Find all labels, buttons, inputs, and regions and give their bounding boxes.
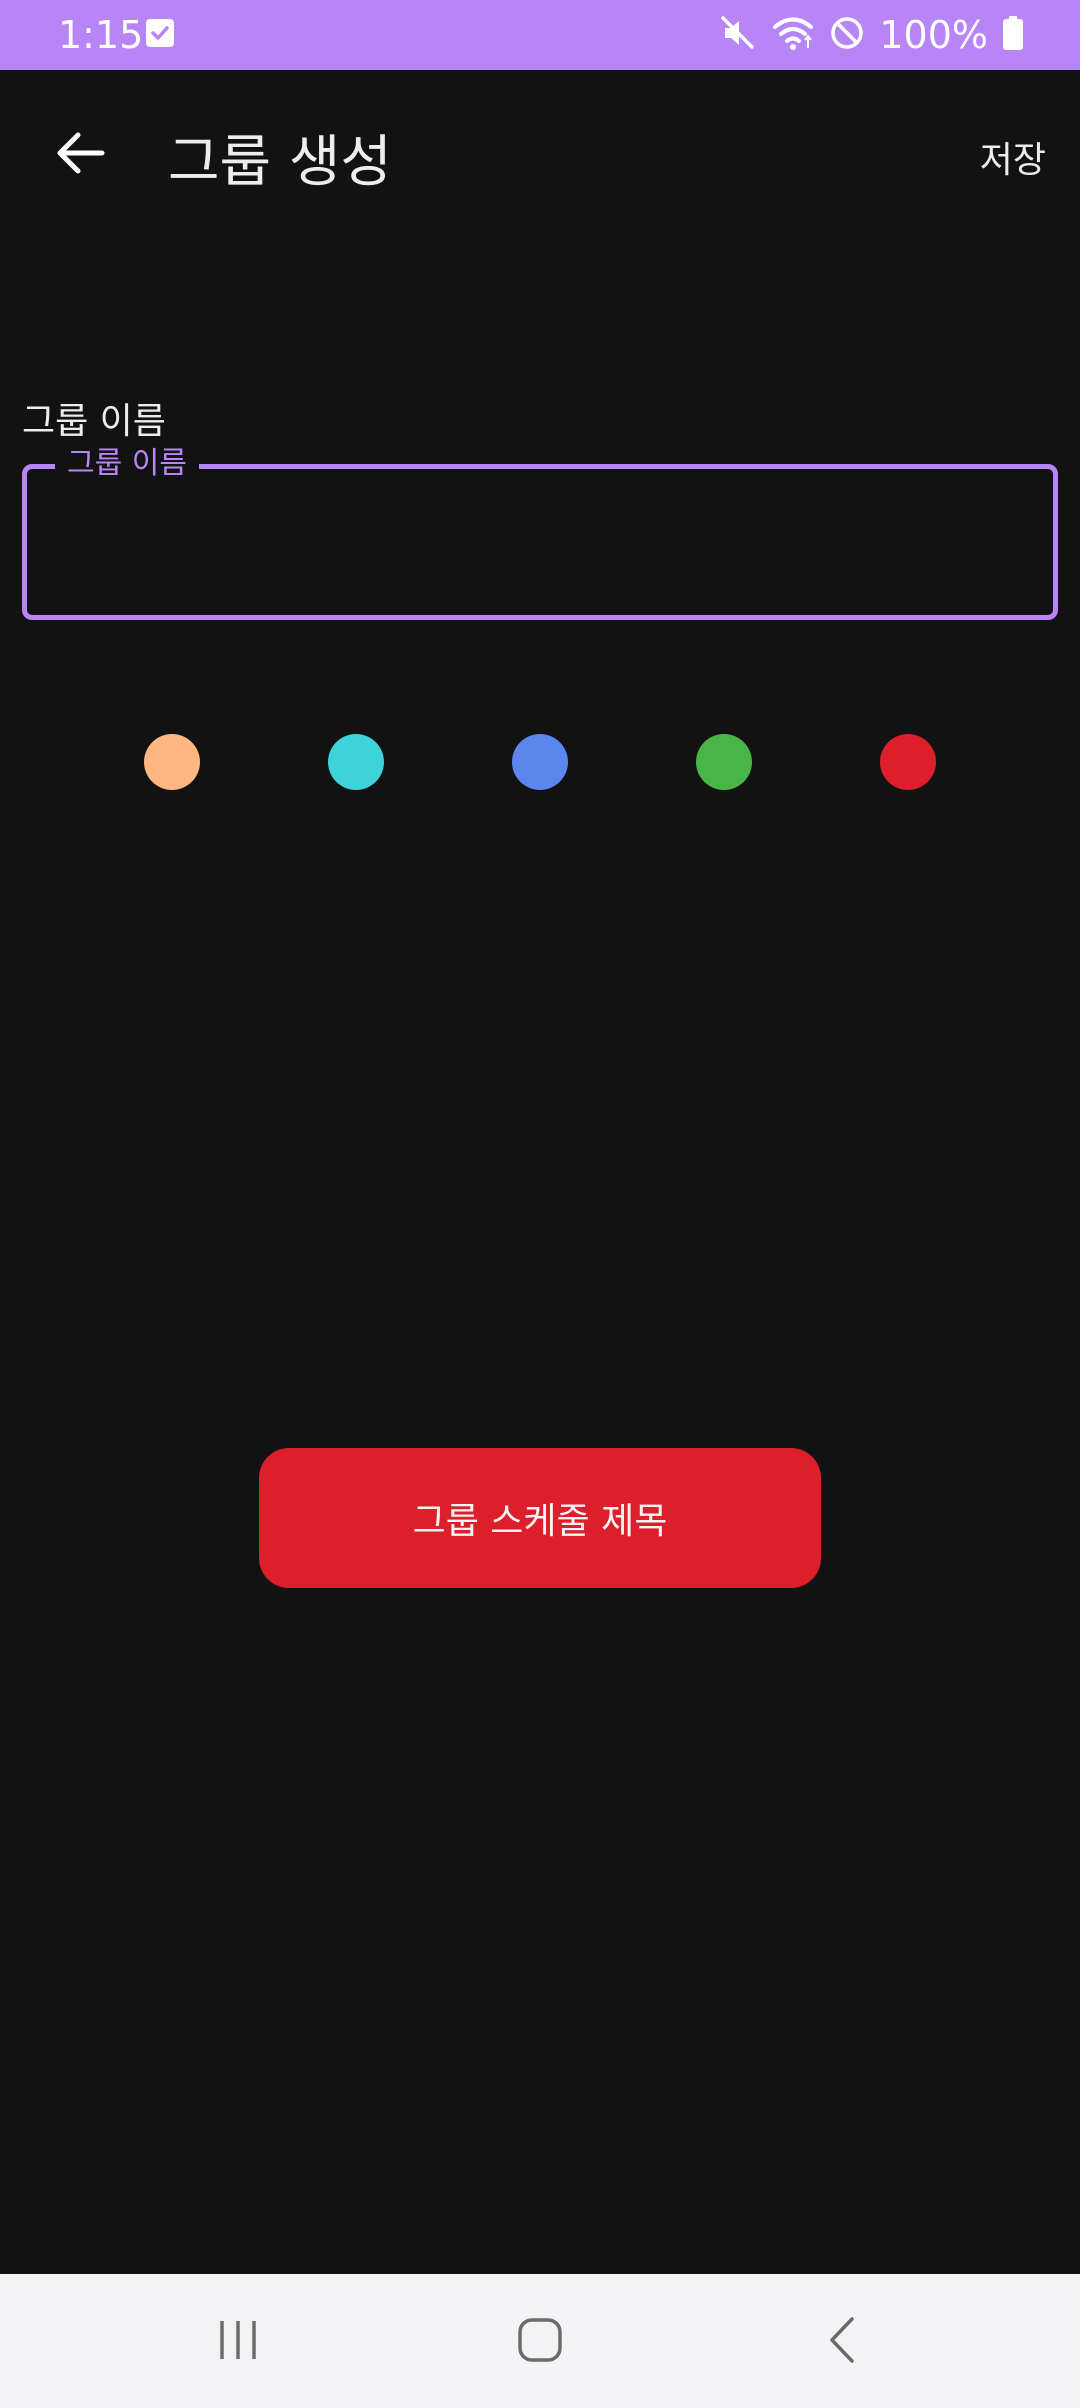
group-schedule-title-label: 그룹 스케줄 제목 bbox=[412, 1501, 668, 1542]
system-nav-bar bbox=[0, 2274, 1080, 2408]
home-button[interactable] bbox=[500, 2302, 580, 2382]
nav-back-button[interactable] bbox=[802, 2302, 882, 2382]
recent-apps-button[interactable] bbox=[198, 2302, 278, 2382]
status-bar: 1:15 100% bbox=[0, 0, 1080, 70]
color-swatch-red[interactable] bbox=[880, 734, 936, 790]
wifi-icon bbox=[771, 14, 815, 56]
group-name-floating-label: 그룹 이름 bbox=[55, 443, 199, 485]
home-icon bbox=[516, 2316, 564, 2368]
page-title: 그룹 생성 bbox=[168, 130, 392, 195]
color-swatch-cyan[interactable] bbox=[328, 734, 384, 790]
screen: 1:15 100% 그룹 생성 저장 그룹 이름 그룹 이름 그룹 스케줄 제목 bbox=[0, 0, 1080, 2408]
group-name-label: 그룹 이름 bbox=[22, 401, 166, 442]
color-swatch-orange[interactable] bbox=[144, 734, 200, 790]
mute-icon bbox=[719, 14, 757, 56]
arrow-left-icon bbox=[54, 130, 106, 180]
group-name-input[interactable]: 그룹 이름 bbox=[22, 443, 1058, 620]
back-chevron-icon bbox=[824, 2315, 860, 2369]
save-button[interactable]: 저장 bbox=[980, 135, 1046, 187]
battery-icon bbox=[1002, 15, 1024, 55]
color-swatch-blue[interactable] bbox=[512, 734, 568, 790]
color-swatch-green[interactable] bbox=[696, 734, 752, 790]
group-schedule-title-button[interactable]: 그룹 스케줄 제목 bbox=[259, 1448, 821, 1588]
battery-percent: 100% bbox=[879, 13, 988, 57]
recent-apps-icon bbox=[216, 2317, 260, 2367]
back-button[interactable] bbox=[40, 115, 120, 195]
task-check-icon bbox=[146, 19, 174, 47]
status-time: 1:15 bbox=[58, 13, 144, 57]
status-icons: 100% bbox=[719, 10, 1024, 60]
do-not-disturb-icon bbox=[829, 15, 865, 55]
